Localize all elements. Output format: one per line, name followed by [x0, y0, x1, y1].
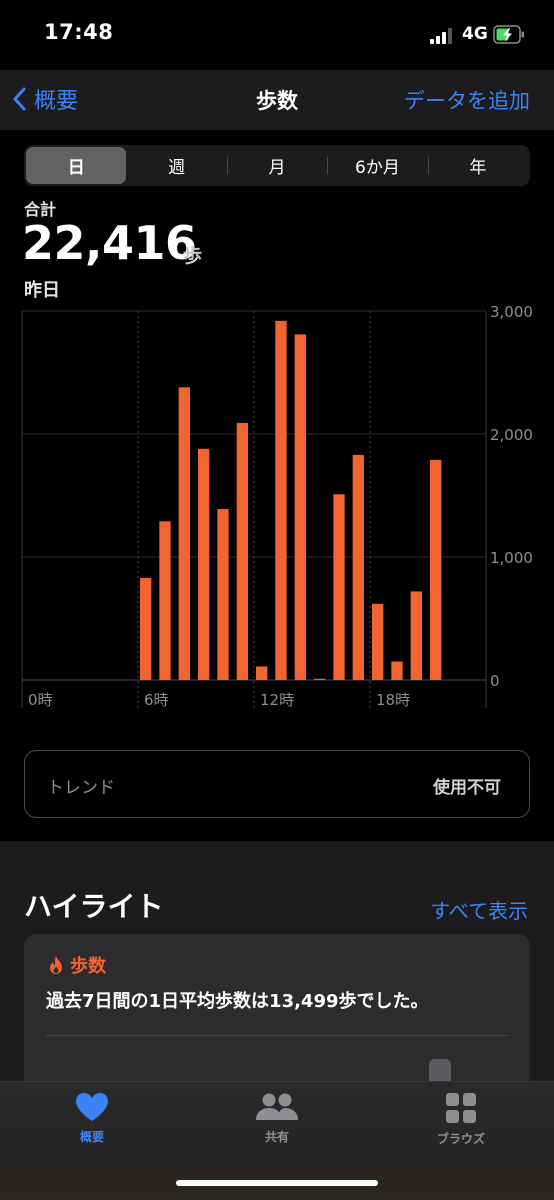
- chart-bar: [391, 661, 403, 680]
- status-bar: 17:48 4G: [0, 0, 554, 70]
- highlight-text: 過去7日間の1日平均歩数は13,499歩でした。: [46, 991, 429, 1012]
- segment-month[interactable]: 月: [226, 147, 327, 184]
- segment-week[interactable]: 週: [126, 147, 226, 184]
- chart-bar: [217, 509, 229, 680]
- date-label: 昨日: [24, 280, 60, 301]
- add-data-button[interactable]: データを追加: [404, 85, 530, 115]
- trend-card[interactable]: トレンド 使用不可: [24, 750, 530, 818]
- grid-icon: [446, 1093, 476, 1123]
- home-indicator: [176, 1180, 378, 1186]
- highlights-title: ハイライト: [24, 890, 164, 923]
- tab-summary-label: 概要: [79, 1130, 104, 1144]
- chart-bar: [352, 454, 364, 680]
- tab-sharing[interactable]: 共有: [217, 1092, 337, 1145]
- chart-bar: [236, 422, 248, 680]
- chart-y-tick-label: 0: [490, 672, 500, 690]
- chart-bar: [410, 591, 422, 680]
- tab-summary[interactable]: 概要: [32, 1092, 152, 1145]
- chart-bar: [333, 494, 345, 680]
- chart-x-tick-label: 18時: [376, 691, 410, 709]
- chart-x-tick-label: 0時: [28, 691, 53, 709]
- chart-bar: [140, 577, 152, 680]
- chart-x-tick-label: 12時: [260, 691, 294, 709]
- trend-label: トレンド: [47, 778, 115, 798]
- total-steps-value: 22,416: [22, 216, 197, 270]
- people-icon: [256, 1093, 298, 1120]
- chart-bar: [159, 521, 171, 680]
- chart-bar: [275, 320, 287, 680]
- trend-status: 使用不可: [433, 778, 501, 798]
- chart-y-tick-label: 2,000: [490, 426, 533, 444]
- highlight-divider: [46, 1035, 508, 1036]
- tab-sharing-label: 共有: [264, 1130, 289, 1144]
- chart-bar: [198, 448, 210, 680]
- battery-charging-icon: [493, 25, 524, 44]
- chart-bar: [430, 459, 442, 680]
- chart-bar: [314, 678, 326, 680]
- highlight-category: 歩数: [48, 952, 106, 978]
- heart-icon: [76, 1093, 108, 1121]
- hourly-steps-chart[interactable]: 0時 6時 12時 18時 3,000 2,000 1,000 0: [0, 300, 554, 720]
- highlight-category-label: 歩数: [70, 956, 106, 977]
- time-range-segmented-control: 日 週 月 6か月 年: [24, 145, 530, 186]
- steps-unit: 歩: [183, 245, 203, 267]
- chart-x-tick-label: 6時: [144, 691, 169, 709]
- chart-bar: [294, 334, 306, 680]
- signal-strength-icon: [430, 28, 454, 44]
- segment-year[interactable]: 年: [427, 147, 528, 184]
- tab-browse[interactable]: ブラウズ: [401, 1092, 521, 1147]
- flame-icon: [50, 956, 62, 974]
- chart-bar: [256, 666, 268, 680]
- segment-day[interactable]: 日: [26, 147, 127, 184]
- chart-y-tick-label: 1,000: [490, 549, 533, 567]
- show-all-button[interactable]: すべて表示: [430, 895, 528, 924]
- tab-browse-label: ブラウズ: [436, 1132, 485, 1146]
- chart-bar: [178, 387, 190, 680]
- chart-bar: [372, 603, 384, 680]
- chart-y-tick-label: 3,000: [490, 303, 533, 321]
- network-type: 4G: [462, 24, 488, 44]
- segment-6-months[interactable]: 6か月: [327, 147, 427, 184]
- status-time: 17:48: [44, 20, 114, 44]
- navigation-bar: 概要 歩数 データを追加: [0, 70, 554, 130]
